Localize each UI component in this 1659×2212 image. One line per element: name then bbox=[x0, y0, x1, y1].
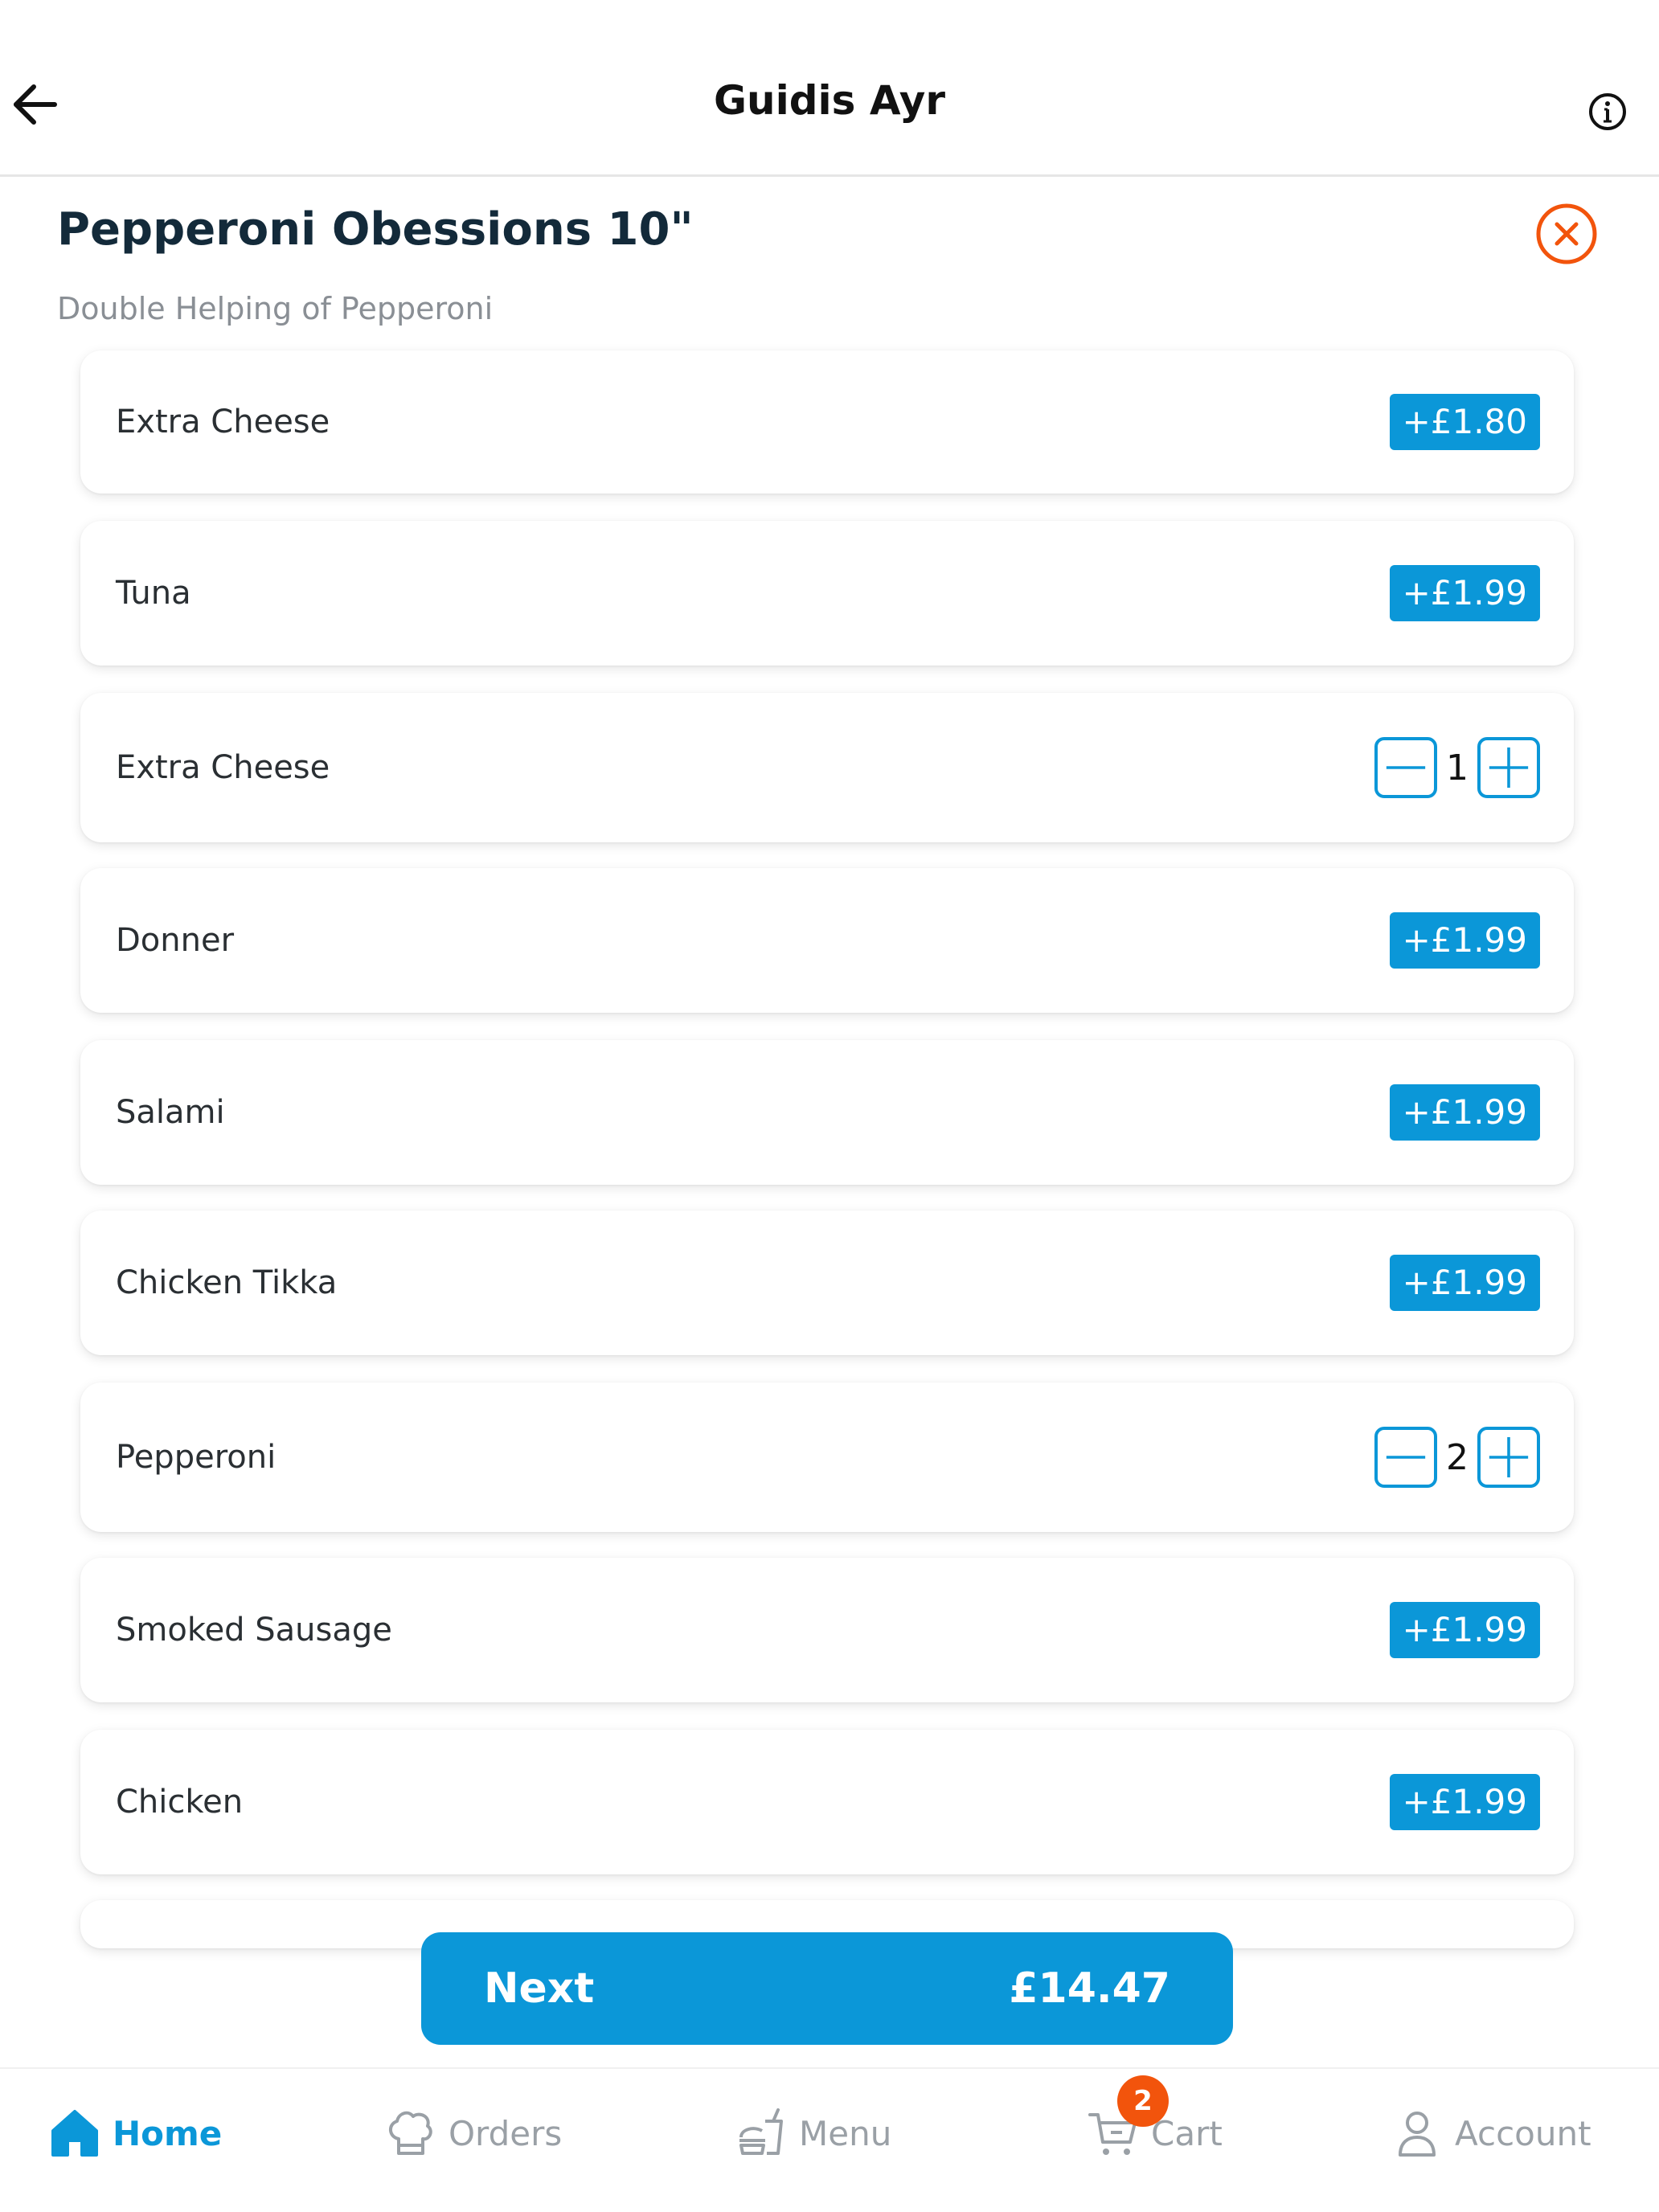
increase-button[interactable] bbox=[1477, 737, 1540, 798]
nav-home-label: Home bbox=[113, 2113, 223, 2153]
app-header: Guidis Ayr bbox=[0, 0, 1659, 177]
info-button[interactable] bbox=[1588, 92, 1627, 131]
option-row[interactable]: Donner +£1.99 bbox=[80, 868, 1574, 1013]
quantity-value: 1 bbox=[1446, 747, 1469, 789]
quantity-value: 2 bbox=[1446, 1436, 1469, 1478]
burger-drink-icon bbox=[735, 2107, 788, 2160]
nav-account-label: Account bbox=[1455, 2113, 1591, 2153]
add-price-button[interactable]: +£1.99 bbox=[1389, 912, 1540, 969]
option-row[interactable]: Chicken Tikka +£1.99 bbox=[80, 1210, 1574, 1355]
decrease-button[interactable] bbox=[1374, 737, 1437, 798]
minus-icon bbox=[1386, 1456, 1426, 1459]
add-price-button[interactable]: +£1.80 bbox=[1389, 394, 1540, 450]
nav-menu-label: Menu bbox=[799, 2113, 892, 2153]
option-row[interactable]: Chicken +£1.99 bbox=[80, 1730, 1574, 1874]
next-label: Next bbox=[484, 1964, 595, 2013]
item-description: Double Helping of Pepperoni bbox=[57, 291, 494, 326]
option-row[interactable]: Extra Cheese +£1.80 bbox=[80, 350, 1574, 494]
option-label: Chicken Tikka bbox=[116, 1264, 338, 1301]
chef-hat-icon bbox=[384, 2107, 437, 2160]
option-row[interactable]: Extra Cheese 1 bbox=[80, 693, 1574, 842]
option-label: Smoked Sausage bbox=[116, 1612, 392, 1649]
minus-icon bbox=[1386, 766, 1426, 769]
close-circle-icon bbox=[1536, 203, 1597, 264]
home-icon bbox=[48, 2107, 101, 2160]
nav-menu[interactable]: Menu bbox=[735, 2101, 891, 2165]
option-row[interactable]: Salami +£1.99 bbox=[80, 1040, 1574, 1185]
decrease-button[interactable] bbox=[1374, 1427, 1437, 1488]
add-price-button[interactable]: +£1.99 bbox=[1389, 1084, 1540, 1141]
close-button[interactable] bbox=[1535, 203, 1598, 265]
option-label: Donner bbox=[116, 922, 235, 959]
increase-button[interactable] bbox=[1477, 1427, 1540, 1488]
plus-icon bbox=[1489, 747, 1529, 789]
user-icon bbox=[1391, 2107, 1444, 2160]
total-price: £14.47 bbox=[1009, 1964, 1170, 2013]
option-label: Tuna bbox=[116, 575, 191, 612]
nav-orders[interactable]: Orders bbox=[384, 2101, 562, 2165]
cart-count-badge: 2 bbox=[1117, 2075, 1169, 2127]
option-label: Salami bbox=[116, 1094, 225, 1131]
option-label: Pepperoni bbox=[116, 1439, 276, 1476]
quantity-stepper: 2 bbox=[1374, 1427, 1540, 1488]
option-row[interactable]: Tuna +£1.99 bbox=[80, 521, 1574, 666]
restaurant-title: Guidis Ayr bbox=[713, 77, 946, 124]
nav-home[interactable]: Home bbox=[48, 2101, 222, 2165]
option-label: Chicken bbox=[116, 1784, 244, 1821]
next-button[interactable]: Next £14.47 bbox=[421, 1932, 1233, 2045]
option-row[interactable]: Smoked Sausage +£1.99 bbox=[80, 1558, 1574, 1702]
nav-orders-label: Orders bbox=[449, 2113, 563, 2153]
option-label: Extra Cheese bbox=[116, 749, 330, 786]
plus-icon bbox=[1489, 1436, 1529, 1478]
quantity-stepper: 1 bbox=[1374, 737, 1540, 798]
bottom-navigation: Home Orders Menu Cart Account bbox=[0, 2067, 1659, 2212]
add-price-button[interactable]: +£1.99 bbox=[1389, 1774, 1540, 1830]
add-price-button[interactable]: +£1.99 bbox=[1389, 1255, 1540, 1311]
add-price-button[interactable]: +£1.99 bbox=[1389, 565, 1540, 621]
info-icon bbox=[1589, 93, 1626, 130]
item-title: Pepperoni Obessions 10" bbox=[57, 203, 694, 256]
option-label: Extra Cheese bbox=[116, 403, 330, 440]
add-price-button[interactable]: +£1.99 bbox=[1389, 1602, 1540, 1658]
nav-account[interactable]: Account bbox=[1391, 2101, 1591, 2165]
nav-cart-label: Cart bbox=[1151, 2113, 1223, 2153]
option-row[interactable]: Pepperoni 2 bbox=[80, 1382, 1574, 1532]
